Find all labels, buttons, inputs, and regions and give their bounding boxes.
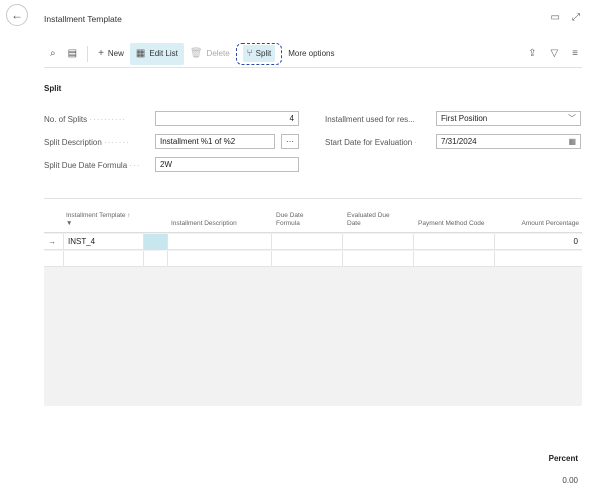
cell-evaluated-due-date[interactable]	[343, 234, 414, 250]
filter-icon[interactable]: ▽	[550, 48, 558, 59]
page-title: Installment Template	[44, 14, 122, 24]
no-of-splits-field[interactable]: 4	[155, 111, 299, 126]
split-description-field[interactable]: Installment %1 of %2	[155, 134, 275, 149]
split-button-inner: ⑂ Split	[242, 45, 276, 62]
toolbar-right-icons: ⇪ ▽ ≡	[528, 48, 582, 59]
col-header-amount-percentage[interactable]: Amount Percentage	[499, 220, 579, 228]
cell-empty[interactable]	[144, 251, 168, 267]
col-header-description[interactable]: Installment Description	[171, 220, 271, 228]
no-of-splits-label: No. of Splits ··········	[44, 115, 127, 124]
edit-list-button[interactable]: ▦ Edit List	[129, 42, 184, 65]
col-header-template[interactable]: Installment Template ↑ ▼	[66, 212, 136, 228]
plus-icon: +	[98, 48, 104, 59]
no-of-splits-value: 4	[289, 114, 294, 123]
start-date-value: 7/31/2024	[441, 137, 477, 146]
cell-evaluated-due-date-empty[interactable]	[343, 251, 414, 267]
delete-button[interactable]: 🗑 Delete	[184, 43, 236, 65]
installment-lines-grid: Installment Template ↑ ▼ Installment Des…	[44, 198, 582, 406]
section-title: Split	[44, 84, 62, 93]
start-date-label: Start Date for Evaluation ·	[325, 138, 419, 147]
no-of-splits-label-text: No. of Splits	[44, 115, 88, 124]
cell-description-empty[interactable]	[168, 251, 272, 267]
action-toolbar: ⌕ ▤ + New ▦ Edit List 🗑 Delete ⑂ Split M…	[44, 40, 582, 68]
layout-icon: ▤	[67, 48, 78, 59]
split-due-date-formula-value: 2W	[160, 160, 172, 169]
start-date-label-text: Start Date for Evaluation	[325, 138, 413, 147]
more-options-label: More options	[288, 49, 335, 58]
chevron-down-icon: ﹀	[568, 114, 576, 123]
table-row[interactable]: → INST_4 0	[44, 234, 582, 250]
installment-used-value: First Position	[441, 114, 488, 123]
view-toggle-button[interactable]: ▤	[62, 43, 83, 65]
trash-icon: 🗑	[189, 48, 203, 59]
cell-amount-percentage[interactable]: 0	[495, 234, 582, 250]
split-description-label: Split Description ·······	[44, 138, 130, 147]
split-description-lookup-button[interactable]: ···	[281, 134, 299, 149]
split-due-date-formula-field[interactable]: 2W	[155, 157, 299, 172]
more-options-button[interactable]: More options	[282, 43, 340, 65]
window-controls: ▭ ⤢	[551, 12, 580, 23]
split-description-value: Installment %1 of %2	[160, 137, 236, 146]
back-button[interactable]: ←	[6, 4, 28, 26]
percent-value: 0.00	[562, 476, 578, 485]
expand-icon[interactable]: ⤢	[572, 12, 580, 23]
row-marker: →	[44, 234, 64, 250]
cell-due-date-formula[interactable]	[272, 234, 343, 250]
ellipsis-icon: ···	[286, 137, 294, 146]
new-button[interactable]: + New	[92, 43, 130, 65]
split-label: Split	[255, 49, 272, 58]
split-button[interactable]: ⑂ Split	[235, 42, 283, 65]
cell-payment-method-code[interactable]	[414, 234, 495, 250]
edit-list-icon: ▦	[135, 48, 146, 59]
cell-template-empty[interactable]	[64, 251, 144, 267]
toolbar-divider	[87, 45, 89, 62]
new-label: New	[107, 49, 124, 58]
bookmark-icon[interactable]: ▭	[551, 12, 560, 23]
row-marker-empty	[44, 251, 64, 267]
percent-label: Percent	[548, 454, 578, 463]
cell-amount-percentage-empty[interactable]	[495, 251, 582, 267]
start-date-field[interactable]: 7/31/2024 ▦	[436, 134, 581, 149]
split-due-date-formula-label: Split Due Date Formula ···	[44, 161, 141, 170]
cell-template[interactable]: INST_4	[64, 234, 144, 250]
edit-list-label: Edit List	[149, 49, 178, 58]
installment-used-label: Installment used for res...	[325, 115, 415, 124]
split-description-label-text: Split Description	[44, 138, 102, 147]
col-header-evaluated-due-date[interactable]: Evaluated Due Date	[347, 212, 405, 228]
arrow-left-icon: ←	[11, 8, 23, 22]
cell-selected[interactable]	[144, 234, 168, 250]
split-icon: ⑂	[246, 48, 253, 59]
calendar-icon[interactable]: ▦	[568, 137, 576, 146]
share-icon[interactable]: ⇪	[528, 48, 536, 59]
cell-payment-method-code-empty[interactable]	[414, 251, 495, 267]
cell-description[interactable]	[168, 234, 272, 250]
search-button[interactable]: ⌕	[44, 43, 62, 65]
split-due-date-formula-label-text: Split Due Date Formula	[44, 161, 128, 170]
list-icon[interactable]: ≡	[572, 48, 578, 59]
installment-used-select[interactable]: First Position ﹀	[436, 111, 581, 126]
cell-due-date-formula-empty[interactable]	[272, 251, 343, 267]
table-row-empty[interactable]	[44, 251, 582, 267]
col-header-due-date-formula[interactable]: Due Date Formula	[276, 212, 326, 228]
grid-header: Installment Template ↑ ▼ Installment Des…	[44, 199, 582, 233]
search-icon: ⌕	[50, 48, 56, 59]
delete-label: Delete	[206, 49, 230, 58]
col-header-payment-method-code[interactable]: Payment Method Code	[418, 220, 488, 228]
